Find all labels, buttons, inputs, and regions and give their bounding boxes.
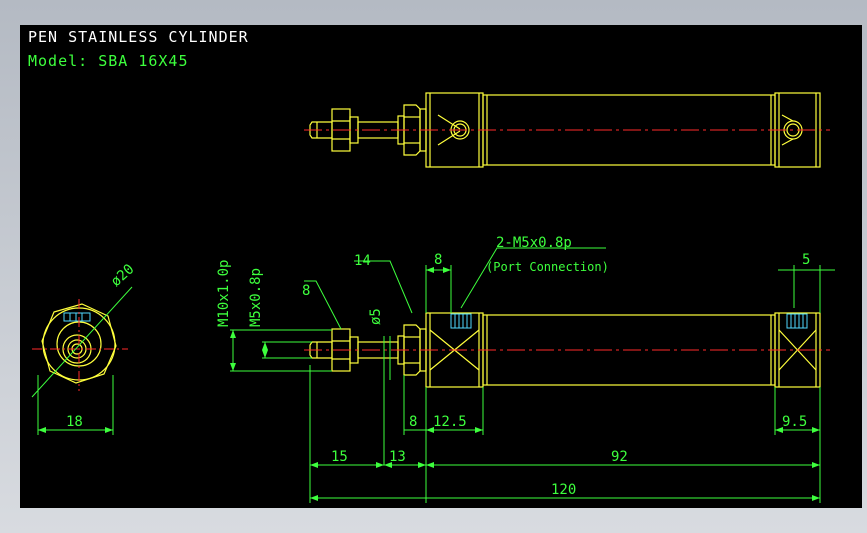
port-connection-note: (Port Connection) — [486, 260, 609, 274]
dim-neck-13: 13 — [389, 449, 406, 465]
dim-neck-8: 8 — [409, 414, 417, 430]
cad-drawing: ø20 18 M10x1.0p M5x0.8p 8 14 ø5 8 2-M5x0… — [31, 92, 835, 503]
dim-dia-5: ø5 — [368, 308, 384, 325]
dim-rear-cap-9-5: 9.5 — [782, 414, 807, 430]
dim-body-92: 92 — [611, 449, 628, 465]
dim-width-18: 18 — [66, 414, 83, 430]
port-thread-label: 2-M5x0.8p — [496, 235, 572, 251]
dim-port-8: 8 — [434, 252, 442, 268]
dim-thread-m5: M5x0.8p — [248, 268, 264, 327]
end-view — [32, 299, 128, 391]
dim-nut-8: 8 — [302, 283, 310, 299]
window-frame: PEN STAINLESS CYLINDER Model: SBA 16X45 — [0, 0, 867, 533]
port-threads — [450, 313, 808, 329]
dim-rod-15: 15 — [331, 449, 348, 465]
dim-thread-m10: M10x1.0p — [216, 260, 232, 327]
dim-overall-120: 120 — [551, 482, 576, 498]
dim-hex-14: 14 — [354, 253, 371, 269]
dim-dia-20: ø20 — [108, 261, 138, 290]
drawing-canvas: PEN STAINLESS CYLINDER Model: SBA 16X45 — [20, 25, 862, 508]
dimension-arrows — [38, 267, 820, 501]
dim-cap-12-5: 12.5 — [433, 414, 467, 430]
dim-rear-5: 5 — [802, 252, 810, 268]
